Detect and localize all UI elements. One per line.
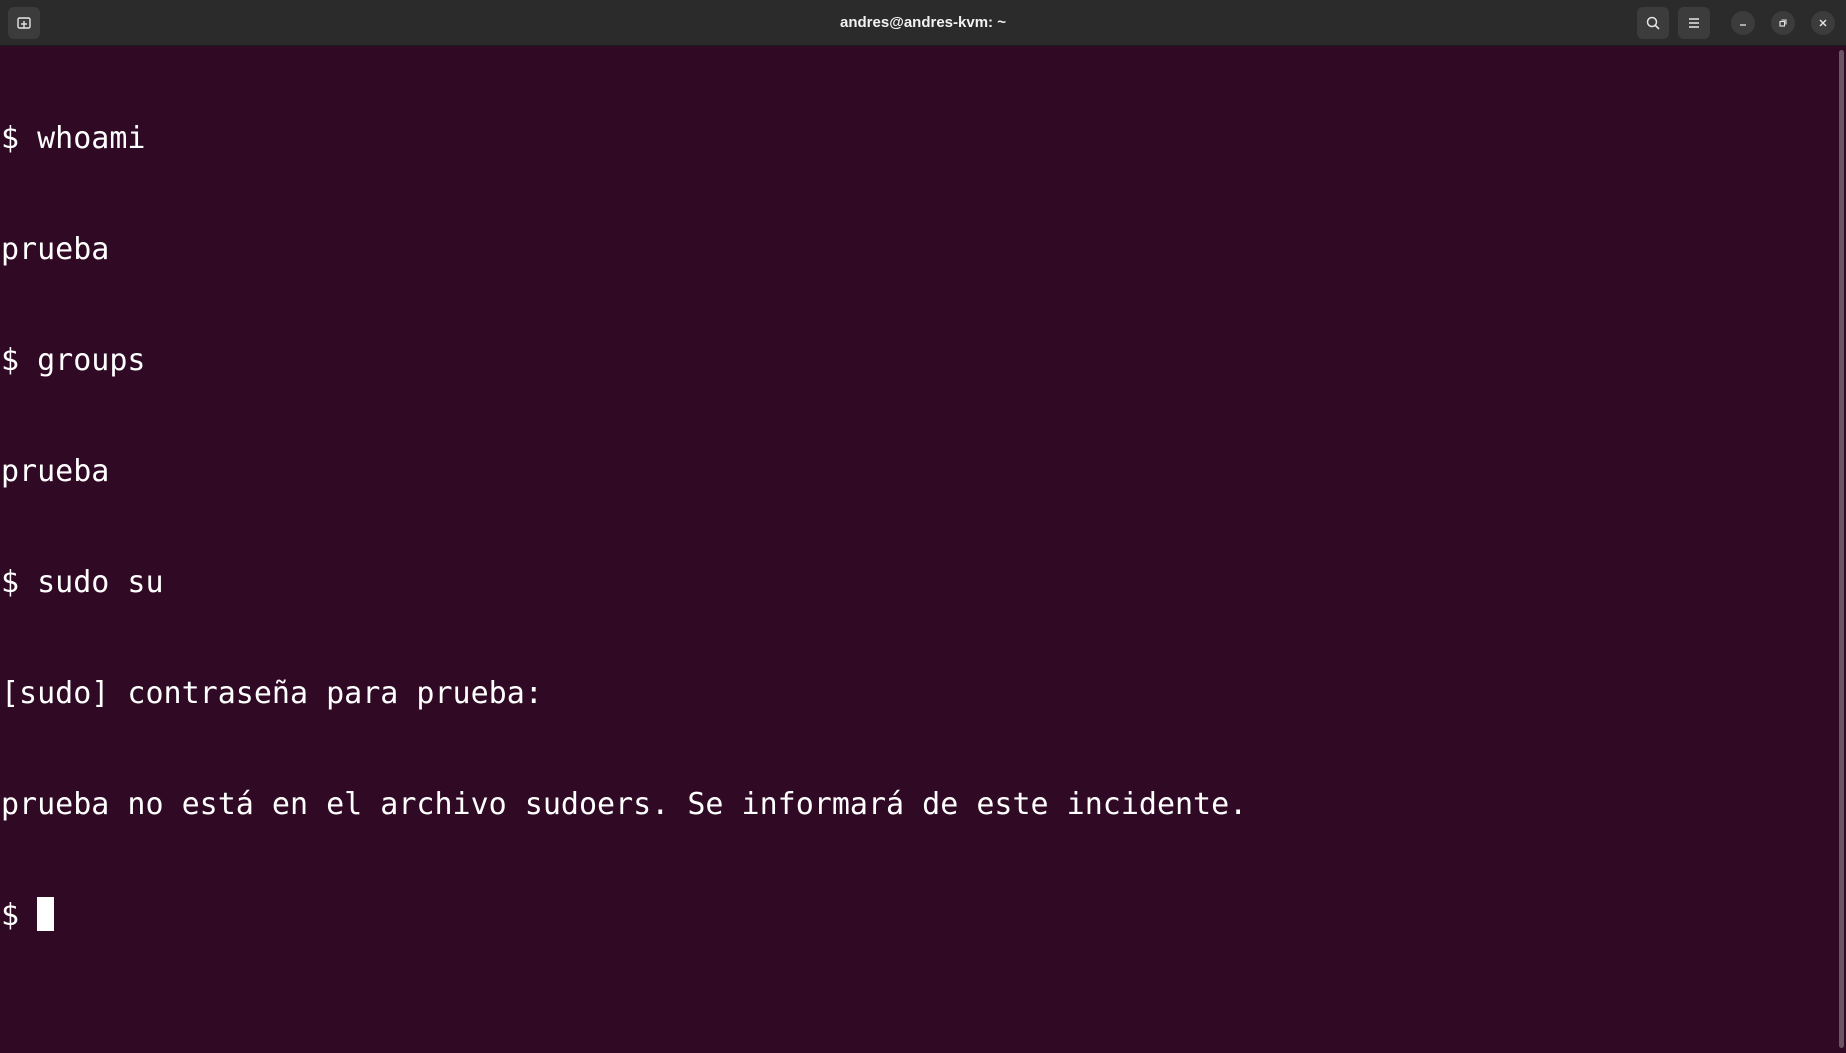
- terminal-line: prueba: [1, 232, 110, 267]
- terminal-window: andres@andres-kvm: ~ $ whoami prueba $ g…: [0, 0, 1846, 1053]
- window-title: andres@andres-kvm: ~: [840, 14, 1006, 31]
- close-icon: [1819, 19, 1827, 27]
- hamburger-menu-icon: [1689, 18, 1699, 28]
- text-cursor: [37, 897, 55, 931]
- minimize-icon: [1740, 24, 1746, 26]
- terminal-line: $ whoami: [1, 121, 146, 156]
- menu-button[interactable]: [1678, 7, 1710, 39]
- terminal-line: [sudo] contraseña para prueba:: [1, 676, 543, 711]
- terminal-line: prueba no está en el archivo sudoers. Se…: [1, 787, 1248, 822]
- terminal-line: prueba: [1, 454, 110, 489]
- minimize-button[interactable]: [1731, 11, 1755, 35]
- terminal-line: $ groups: [1, 343, 146, 378]
- search-icon: [1646, 16, 1660, 30]
- terminal-line: $ sudo su: [1, 565, 164, 600]
- terminal-output[interactable]: $ whoami prueba $ groups prueba $ sudo s…: [0, 46, 1838, 1053]
- restore-icon: [1779, 19, 1787, 27]
- prompt: $: [1, 898, 38, 933]
- title-bar[interactable]: andres@andres-kvm: ~: [0, 0, 1846, 46]
- close-button[interactable]: [1811, 11, 1835, 35]
- search-button[interactable]: [1637, 7, 1669, 39]
- maximize-button[interactable]: [1771, 11, 1795, 35]
- terminal-prompt-line[interactable]: $: [1, 897, 1838, 934]
- scrollbar[interactable]: [1839, 50, 1844, 1048]
